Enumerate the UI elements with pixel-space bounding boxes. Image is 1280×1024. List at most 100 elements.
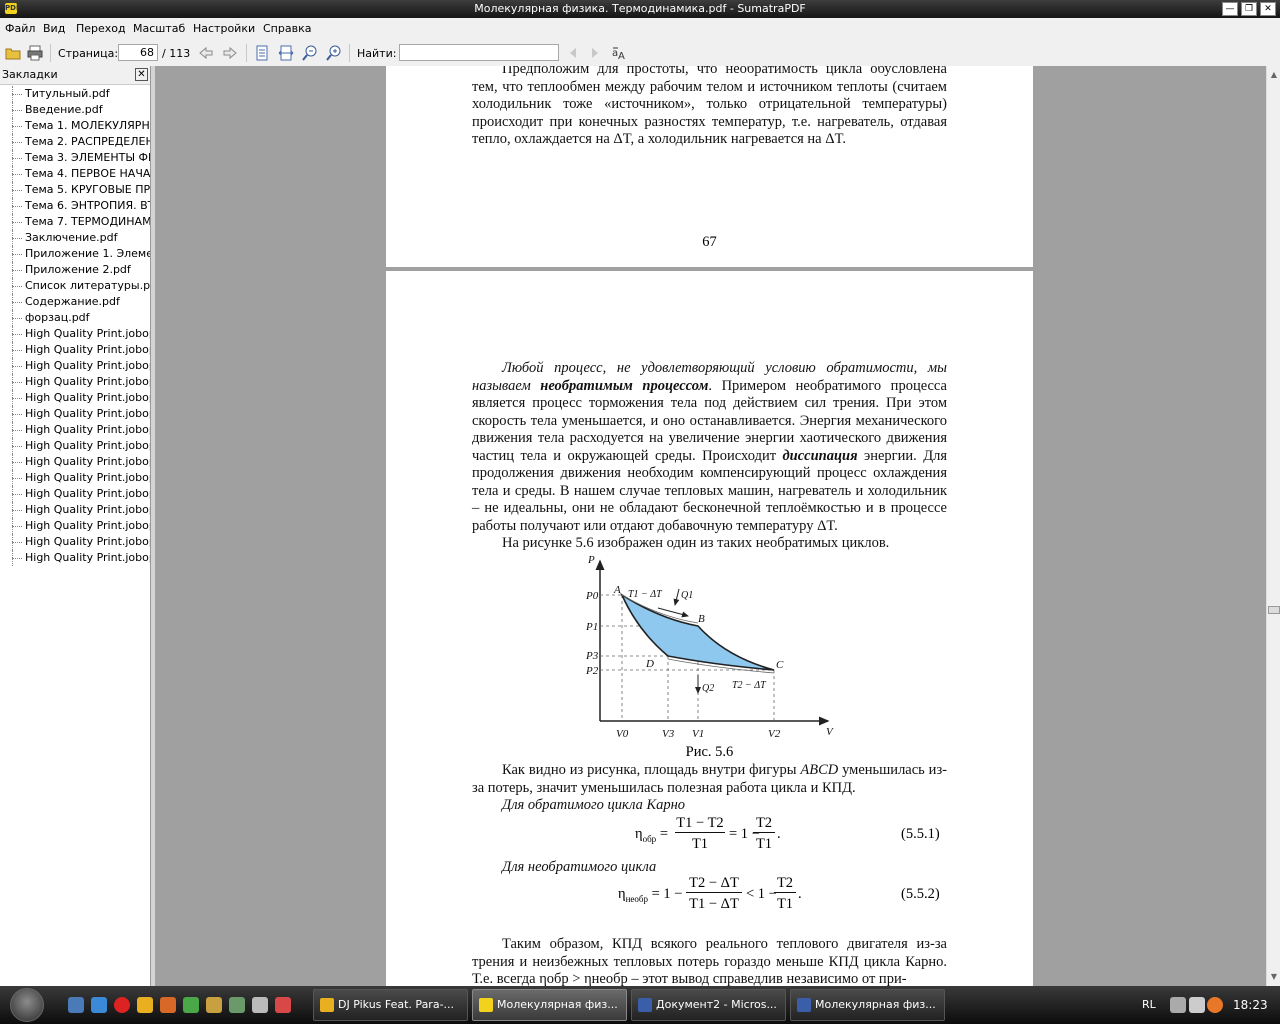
firefox-icon[interactable] [160, 997, 176, 1013]
app-icon[interactable] [183, 997, 199, 1013]
equation-tag-5-5-1: (5.5.1) [901, 826, 940, 842]
bookmark-item[interactable]: форзац.pdf [0, 310, 150, 326]
scroll-thumb[interactable] [1268, 606, 1280, 614]
aimp-icon[interactable] [137, 997, 153, 1013]
find-previous-icon[interactable] [565, 45, 581, 61]
open-folder-icon[interactable] [5, 45, 21, 61]
close-sidebar-button[interactable]: ✕ [135, 68, 148, 81]
app-icon[interactable] [206, 997, 222, 1013]
bookmark-item[interactable]: High Quality Print.jobop [0, 422, 150, 438]
bookmark-item[interactable]: Тема 7. ТЕРМОДИНАМИ [0, 214, 150, 230]
page-68-paragraph-4: Таким образом, КПД всякого реального теп… [472, 936, 947, 986]
next-page-icon[interactable] [222, 45, 238, 61]
equation-5-5-2: ηнеобр = 1 − T2 − ΔT T1 − ΔT < 1 − T2 T1… [618, 875, 940, 912]
bookmark-item[interactable]: Приложение 2.pdf [0, 262, 150, 278]
bookmark-item[interactable]: Заключение.pdf [0, 230, 150, 246]
show-desktop-icon[interactable] [68, 997, 84, 1013]
fit-width-icon[interactable] [278, 45, 294, 61]
page-label: Страница: [58, 47, 119, 60]
previous-page-icon[interactable] [198, 45, 214, 61]
toolbar-separator [349, 44, 350, 62]
close-window-button[interactable]: ✕ [1260, 2, 1276, 16]
find-input[interactable] [399, 44, 559, 61]
page-68-irreversible-heading: Для необратимого цикла [502, 859, 657, 875]
internet-explorer-icon[interactable] [91, 997, 107, 1013]
menu-help[interactable]: Справка [263, 22, 311, 35]
app-icon[interactable] [275, 997, 291, 1013]
toolbar: Страница: / 113 Найти: aA [0, 40, 1280, 67]
app-icon[interactable] [229, 997, 245, 1013]
fit-page-icon[interactable] [254, 45, 270, 61]
bookmark-item[interactable]: High Quality Print.jobop [0, 454, 150, 470]
page-67-text: Предположим для простоты, что необратимо… [472, 66, 947, 147]
bookmark-item[interactable]: High Quality Print.jobop [0, 518, 150, 534]
bookmark-item[interactable]: High Quality Print.jobop [0, 390, 150, 406]
vertical-scrollbar[interactable]: ▲ ▼ [1266, 66, 1280, 986]
tick-p3: P3 [585, 650, 599, 662]
bookmark-item[interactable]: High Quality Print.jobop [0, 550, 150, 566]
bookmark-item[interactable]: Титульный.pdf [0, 86, 150, 102]
bookmark-item[interactable]: Тема 4. ПЕРВОЕ НАЧАЛО [0, 166, 150, 182]
bookmark-item[interactable]: Содержание.pdf [0, 294, 150, 310]
bookmark-item[interactable]: High Quality Print.jobop [0, 358, 150, 374]
minimize-button[interactable]: — [1222, 2, 1238, 16]
bookmark-item[interactable]: High Quality Print.jobop [0, 342, 150, 358]
tray-app-icon[interactable] [1207, 997, 1223, 1013]
reversible-heading: Для обратимого цикла Карно [502, 797, 686, 813]
bookmark-item[interactable]: High Quality Print.jobop [0, 406, 150, 422]
match-case-icon[interactable]: aA [611, 45, 627, 61]
start-button[interactable] [10, 988, 44, 1022]
menu-zoom[interactable]: Масштаб [133, 22, 185, 35]
pdf-page-68: Любой процесс, не удовлетворяющий услови… [386, 271, 1033, 986]
bookmark-item[interactable]: High Quality Print.jobop [0, 374, 150, 390]
bookmark-item[interactable]: High Quality Print.jobop [0, 470, 150, 486]
equation-5-5-1: ηобр = T1 − T2 T1 = 1 − T2 T1 . (5.5.1) [635, 815, 940, 852]
bookmark-item[interactable]: Тема 2. РАСПРЕДЕЛЕНИ [0, 134, 150, 150]
zoom-in-icon[interactable] [326, 45, 342, 61]
bookmarks-list: Титульный.pdf Введение.pdf Тема 1. МОЛЕК… [0, 86, 150, 566]
opera-icon[interactable] [114, 997, 130, 1013]
bookmark-item[interactable]: Приложение 1. Элемен [0, 246, 150, 262]
bookmark-item[interactable]: High Quality Print.jobop [0, 326, 150, 342]
pdf-page-67: Предположим для простоты, что необратимо… [386, 66, 1033, 267]
equation-tag-5-5-2: (5.5.2) [901, 886, 940, 902]
find-label: Найти: [357, 47, 397, 60]
taskbar-button-word-2[interactable]: Молекулярная физ... [790, 989, 945, 1021]
scroll-up-icon[interactable]: ▲ [1269, 70, 1279, 80]
menu-bar: Файл Вид Переход Масштаб Настройки Справ… [0, 18, 1280, 40]
document-view[interactable]: Предположим для простоты, что необратимо… [155, 66, 1266, 986]
bookmark-item[interactable]: Тема 1. МОЛЕКУЛЯРНО- [0, 118, 150, 134]
menu-view[interactable]: Вид [43, 22, 65, 35]
app-icon[interactable] [252, 997, 268, 1013]
find-next-icon[interactable] [587, 45, 603, 61]
taskbar-button-word[interactable]: Документ2 - Micros... [631, 989, 786, 1021]
bookmark-item[interactable]: High Quality Print.jobop [0, 502, 150, 518]
bookmark-item[interactable]: High Quality Print.jobop [0, 486, 150, 502]
clock[interactable]: 18:23 [1233, 998, 1268, 1012]
svg-text:A: A [618, 51, 625, 61]
isotherm-t1-label: T1 − ΔT [628, 589, 663, 600]
menu-settings[interactable]: Настройки [193, 22, 255, 35]
menu-go[interactable]: Переход [76, 22, 126, 35]
bookmark-item[interactable]: Тема 3. ЭЛЕМЕНТЫ ФИЗ [0, 150, 150, 166]
page-number-input[interactable] [118, 44, 158, 61]
menu-file[interactable]: Файл [5, 22, 35, 35]
heat-q2-label: Q2 [702, 683, 714, 694]
bookmark-item[interactable]: Список литературы.pdf [0, 278, 150, 294]
bookmark-item[interactable]: High Quality Print.jobop [0, 534, 150, 550]
bookmark-item[interactable]: High Quality Print.jobop [0, 438, 150, 454]
volume-icon[interactable] [1189, 997, 1205, 1013]
bookmark-item[interactable]: Тема 6. ЭНТРОПИЯ. ВТО [0, 198, 150, 214]
restore-button[interactable]: ❐ [1241, 2, 1257, 16]
print-icon[interactable] [27, 45, 43, 61]
zoom-out-icon[interactable] [302, 45, 318, 61]
bookmark-item[interactable]: Введение.pdf [0, 102, 150, 118]
taskbar-button-aimp[interactable]: DJ Pikus Feat. Para-... [313, 989, 468, 1021]
point-b-label: B [698, 613, 705, 625]
bookmark-item[interactable]: Тема 5. КРУГОВЫЕ ПРО [0, 182, 150, 198]
taskbar-button-sumatra[interactable]: Молекулярная физ... [472, 989, 627, 1021]
network-icon[interactable] [1170, 997, 1186, 1013]
toolbar-separator [50, 44, 51, 62]
scroll-down-icon[interactable]: ▼ [1269, 972, 1279, 982]
language-indicator[interactable]: RL [1142, 998, 1156, 1011]
